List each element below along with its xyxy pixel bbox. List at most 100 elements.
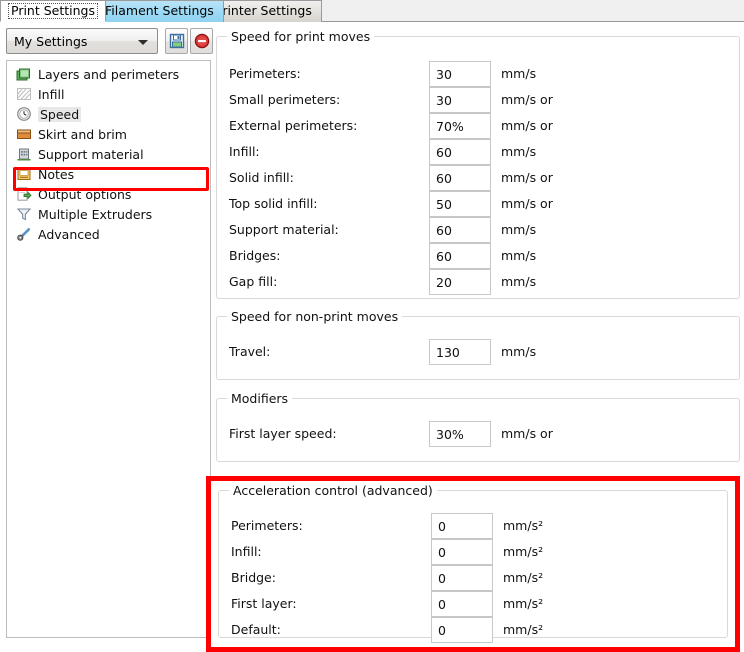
input-external-perimeters-speed[interactable] bbox=[429, 113, 491, 139]
field-unit: mm/s bbox=[501, 222, 537, 237]
field-label: Default: bbox=[231, 622, 281, 637]
field-row-infill: Infill: mm/s bbox=[217, 139, 739, 165]
field-label: Perimeters: bbox=[231, 518, 303, 533]
sidebar-item-notes[interactable]: Notes bbox=[7, 164, 210, 184]
sidebar-item-multiple-extruders[interactable]: Multiple Extruders bbox=[7, 204, 210, 224]
field-unit: mm/s bbox=[501, 344, 537, 359]
sidebar-item-skirt-and-brim[interactable]: Skirt and brim bbox=[7, 124, 210, 144]
input-top-solid-infill-speed[interactable] bbox=[429, 191, 491, 217]
delete-preset-button[interactable] bbox=[190, 28, 213, 54]
field-unit: mm/s bbox=[501, 144, 537, 159]
group-title: Speed for non-print moves bbox=[227, 309, 403, 324]
field-unit: mm/s bbox=[501, 248, 537, 263]
sidebar-item-support-material[interactable]: Support material bbox=[7, 144, 210, 164]
field-unit: mm/s² bbox=[503, 518, 544, 533]
input-first-layer-speed[interactable] bbox=[429, 421, 491, 447]
sidebar-item-label: Layers and perimeters bbox=[38, 66, 180, 82]
field-row-top-solid-infill: Top solid infill: mm/s or bbox=[217, 191, 739, 217]
field-row-accel-infill: Infill: mm/s² bbox=[219, 539, 727, 565]
field-unit: mm/s or bbox=[501, 92, 553, 107]
settings-category-tree[interactable]: Layers and perimeters Infill Speed Skirt… bbox=[6, 60, 211, 638]
field-label: Support material: bbox=[229, 222, 339, 237]
building-icon bbox=[16, 146, 32, 162]
settings-category-list: Layers and perimeters Infill Speed Skirt… bbox=[7, 64, 210, 244]
sidebar-item-label: Multiple Extruders bbox=[38, 206, 153, 222]
field-unit: mm/s² bbox=[503, 622, 544, 637]
input-small-perimeters-speed[interactable] bbox=[429, 87, 491, 113]
input-accel-perimeters[interactable] bbox=[431, 513, 493, 539]
group-title: Modifiers bbox=[227, 391, 293, 406]
group-modifiers: Modifiers First layer speed: mm/s or bbox=[216, 391, 740, 462]
field-row-small-perimeters: Small perimeters: mm/s or bbox=[217, 87, 739, 113]
input-solid-infill-speed[interactable] bbox=[429, 165, 491, 191]
field-label: First layer speed: bbox=[229, 426, 337, 441]
field-row-travel: Travel: mm/s bbox=[217, 339, 739, 365]
sidebar-item-advanced[interactable]: Advanced bbox=[7, 224, 210, 244]
acceleration-highlight-wrapper: Acceleration control (advanced) Perimete… bbox=[206, 476, 740, 652]
field-row-external-perimeters: External perimeters: mm/s or bbox=[217, 113, 739, 139]
field-row-first-layer-speed: First layer speed: mm/s or bbox=[217, 421, 739, 447]
field-label: Top solid infill: bbox=[229, 196, 318, 211]
input-infill-speed[interactable] bbox=[429, 139, 491, 165]
field-unit: mm/s² bbox=[503, 544, 544, 559]
sidebar-item-label: Speed bbox=[38, 106, 82, 122]
field-unit: mm/s or bbox=[501, 426, 553, 441]
infill-hatch-icon bbox=[16, 86, 32, 102]
chevron-down-icon bbox=[138, 40, 148, 45]
sidebar-item-label: Notes bbox=[38, 166, 75, 182]
field-label: First layer: bbox=[231, 596, 297, 611]
field-row-accel-bridge: Bridge: mm/s² bbox=[219, 565, 727, 591]
field-row-accel-perimeters: Perimeters: mm/s² bbox=[219, 513, 727, 539]
tab-printer-settings-label: Printer Settings bbox=[215, 3, 312, 19]
settings-workspace: My Settings Layers and perimeters Infill… bbox=[0, 22, 744, 652]
field-label: Infill: bbox=[231, 544, 262, 559]
field-label: Infill: bbox=[229, 144, 260, 159]
save-preset-button[interactable] bbox=[165, 28, 188, 54]
tab-strip: Print Settings Filament Settings Printer… bbox=[0, 0, 744, 22]
sidebar-item-speed[interactable]: Speed bbox=[7, 104, 210, 124]
field-label: Travel: bbox=[229, 344, 271, 359]
group-title: Speed for print moves bbox=[227, 29, 375, 44]
field-label: Bridges: bbox=[229, 248, 281, 263]
layers-icon bbox=[16, 66, 32, 82]
tab-print-settings-label: Print Settings bbox=[8, 2, 98, 20]
field-unit: mm/s or bbox=[501, 170, 553, 185]
clock-icon bbox=[16, 106, 32, 122]
preset-dropdown[interactable]: My Settings bbox=[6, 28, 158, 54]
field-row-gap-fill: Gap fill: mm/s bbox=[217, 269, 739, 295]
field-row-accel-default: Default: mm/s² bbox=[219, 617, 727, 643]
field-row-bridges: Bridges: mm/s bbox=[217, 243, 739, 269]
input-accel-bridge[interactable] bbox=[431, 565, 493, 591]
input-perimeters-speed[interactable] bbox=[429, 61, 491, 87]
field-label: Perimeters: bbox=[229, 66, 301, 81]
group-speed-print-moves: Speed for print moves Perimeters: mm/s S… bbox=[216, 29, 740, 299]
preset-toolbar: My Settings bbox=[4, 28, 213, 54]
sidebar-item-label: Infill bbox=[38, 86, 65, 102]
sidebar-item-layers-and-perimeters[interactable]: Layers and perimeters bbox=[7, 64, 210, 84]
input-travel-speed[interactable] bbox=[429, 339, 491, 365]
wrench-icon bbox=[16, 226, 32, 242]
sidebar-item-infill[interactable]: Infill bbox=[7, 84, 210, 104]
funnel-icon bbox=[16, 206, 32, 222]
field-unit: mm/s² bbox=[503, 570, 544, 585]
input-gap-fill-speed[interactable] bbox=[429, 269, 491, 295]
field-row-accel-first-layer: First layer: mm/s² bbox=[219, 591, 727, 617]
tab-filament-settings[interactable]: Filament Settings bbox=[95, 0, 224, 22]
tab-print-settings[interactable]: Print Settings bbox=[0, 0, 106, 22]
sidebar-item-output-options[interactable]: Output options bbox=[7, 184, 210, 204]
input-accel-first-layer[interactable] bbox=[431, 591, 493, 617]
sidebar-item-label: Advanced bbox=[38, 226, 100, 242]
input-support-material-speed[interactable] bbox=[429, 217, 491, 243]
group-acceleration-control: Acceleration control (advanced) Perimete… bbox=[218, 483, 728, 643]
group-title: Acceleration control (advanced) bbox=[229, 483, 437, 498]
left-panel: My Settings Layers and perimeters Infill… bbox=[4, 28, 213, 640]
delete-circle-icon bbox=[194, 33, 209, 49]
floppy-disk-icon bbox=[169, 33, 184, 49]
input-bridges-speed[interactable] bbox=[429, 243, 491, 269]
field-label: Solid infill: bbox=[229, 170, 294, 185]
input-accel-infill[interactable] bbox=[431, 539, 493, 565]
sidebar-item-label: Skirt and brim bbox=[38, 126, 127, 142]
preset-dropdown-value: My Settings bbox=[14, 33, 88, 49]
input-accel-default[interactable] bbox=[431, 617, 493, 643]
sidebar-item-label: Support material bbox=[38, 146, 144, 162]
